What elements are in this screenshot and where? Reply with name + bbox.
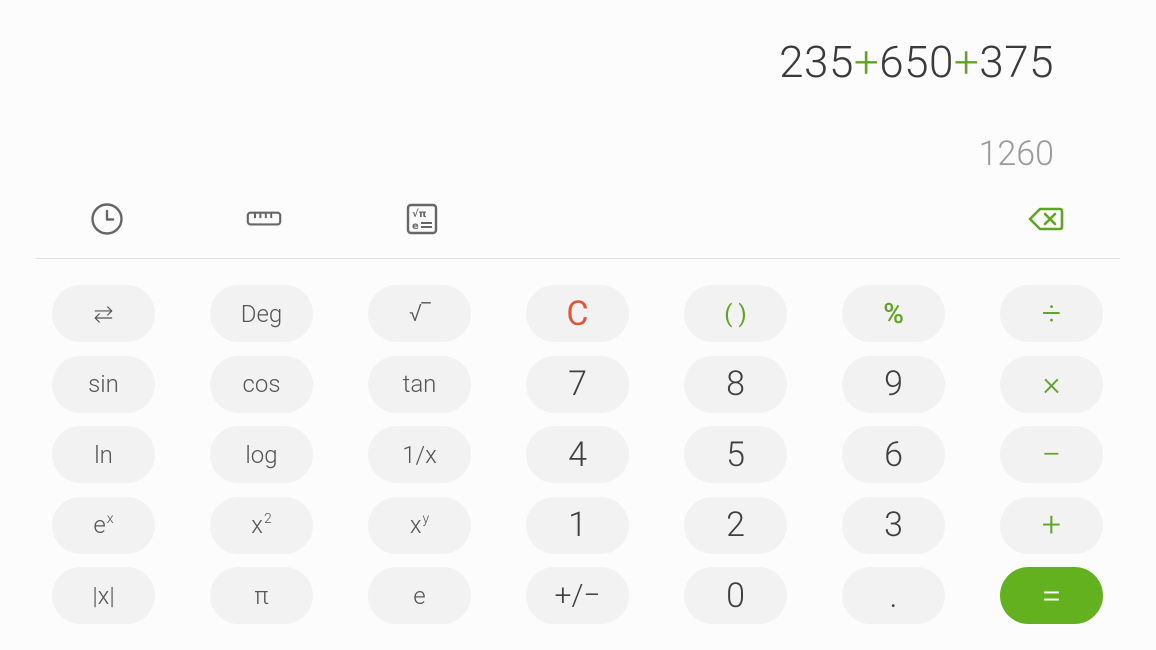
result-preview: 1260: [978, 134, 1054, 174]
divider: [36, 258, 1120, 259]
equals-button[interactable]: =: [1000, 567, 1103, 624]
decimal-button[interactable]: .: [842, 567, 945, 624]
calculator-app: 235+650+375 1260 √π e ⇆ Deg √‾ C () % ÷…: [0, 0, 1156, 650]
exp-superscript-label: x: [106, 511, 114, 527]
expression-display[interactable]: 235+650+375: [779, 36, 1054, 88]
pi-button[interactable]: π: [210, 567, 313, 624]
subtract-button[interactable]: −: [1000, 426, 1103, 483]
digit-9-button[interactable]: 9: [842, 355, 945, 413]
digit-7-button[interactable]: 7: [526, 355, 629, 413]
power-superscript-label: y: [422, 511, 430, 527]
reciprocal-button[interactable]: 1/x: [368, 426, 471, 483]
square-button[interactable]: x2: [210, 496, 313, 554]
clock-icon: [91, 203, 123, 235]
digit-0-button[interactable]: 0: [684, 567, 787, 624]
power-button[interactable]: xy: [368, 496, 471, 554]
swap-functions-button[interactable]: ⇆: [52, 285, 155, 342]
backspace-button[interactable]: [1028, 201, 1064, 237]
scientific-functions-icon: √π e: [406, 203, 438, 235]
sqrt-button[interactable]: √‾: [368, 285, 471, 342]
digit-6-button[interactable]: 6: [842, 426, 945, 483]
multiply-button[interactable]: ×: [1000, 355, 1103, 413]
digit-1-button[interactable]: 1: [526, 496, 629, 554]
sin-button[interactable]: sin: [52, 355, 155, 413]
percent-button[interactable]: %: [842, 285, 945, 342]
digit-4-button[interactable]: 4: [526, 426, 629, 483]
negate-button[interactable]: +/−: [526, 567, 629, 624]
cos-button[interactable]: cos: [210, 355, 313, 413]
ln-button[interactable]: ln: [52, 426, 155, 483]
absolute-value-button[interactable]: |x|: [52, 567, 155, 624]
svg-text:e: e: [412, 221, 419, 232]
backspace-icon: [1028, 207, 1064, 231]
expression-number: 375: [979, 36, 1054, 88]
euler-button[interactable]: e: [368, 567, 471, 624]
log-button[interactable]: log: [210, 426, 313, 483]
parentheses-button[interactable]: ( ): [684, 285, 787, 342]
ruler-icon: [246, 211, 282, 226]
square-superscript-label: 2: [263, 511, 272, 527]
exp-base-label: e: [93, 511, 106, 539]
digit-3-button[interactable]: 3: [842, 496, 945, 554]
digit-2-button[interactable]: 2: [684, 496, 787, 554]
unit-converter-button[interactable]: [246, 201, 282, 237]
scientific-toggle-button[interactable]: √π e: [404, 201, 440, 237]
digit-8-button[interactable]: 8: [684, 355, 787, 413]
expression-number: 650: [879, 36, 954, 88]
history-button[interactable]: [89, 201, 125, 237]
keypad: ⇆ Deg √‾ C ( ) % ÷ sin cos tan 7 8 9 × l…: [52, 285, 1104, 624]
expression-number: 235: [779, 36, 854, 88]
tan-button[interactable]: tan: [368, 355, 471, 413]
svg-text:√π: √π: [412, 208, 427, 220]
expression-operator: +: [853, 36, 880, 88]
expression-operator: +: [953, 36, 980, 88]
square-base-label: x: [251, 511, 263, 539]
power-base-label: x: [409, 511, 422, 539]
clear-button[interactable]: C: [526, 285, 629, 342]
exp-button[interactable]: ex: [52, 496, 155, 554]
deg-rad-button[interactable]: Deg: [210, 285, 313, 342]
divide-button[interactable]: ÷: [1000, 285, 1103, 342]
digit-5-button[interactable]: 5: [684, 426, 787, 483]
add-button[interactable]: +: [1000, 496, 1103, 554]
